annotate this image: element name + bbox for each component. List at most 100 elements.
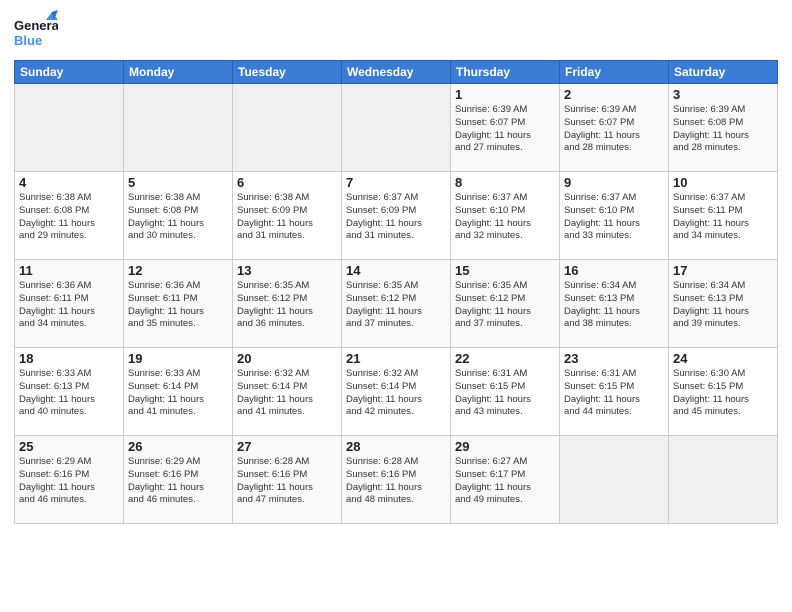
day-cell: 27 Sunrise: 6:28 AM Sunset: 6:16 PM Dayli… xyxy=(233,436,342,524)
day-number: 21 xyxy=(346,351,446,366)
day-info: Sunrise: 6:27 AM Sunset: 6:17 PM Dayligh… xyxy=(455,456,555,507)
day-info: Sunrise: 6:37 AM Sunset: 6:10 PM Dayligh… xyxy=(564,192,664,243)
day-number: 5 xyxy=(128,175,228,190)
day-cell: 14 Sunrise: 6:35 AM Sunset: 6:12 PM Dayli… xyxy=(342,260,451,348)
day-number: 26 xyxy=(128,439,228,454)
column-header-wednesday: Wednesday xyxy=(342,61,451,84)
day-number: 16 xyxy=(564,263,664,278)
day-cell xyxy=(124,84,233,172)
day-info: Sunrise: 6:32 AM Sunset: 6:14 PM Dayligh… xyxy=(346,368,446,419)
day-number: 6 xyxy=(237,175,337,190)
day-number: 27 xyxy=(237,439,337,454)
day-number: 2 xyxy=(564,87,664,102)
day-info: Sunrise: 6:29 AM Sunset: 6:16 PM Dayligh… xyxy=(19,456,119,507)
day-cell: 4 Sunrise: 6:38 AM Sunset: 6:08 PM Daylig… xyxy=(15,172,124,260)
day-cell: 19 Sunrise: 6:33 AM Sunset: 6:14 PM Dayli… xyxy=(124,348,233,436)
day-info: Sunrise: 6:38 AM Sunset: 6:09 PM Dayligh… xyxy=(237,192,337,243)
day-info: Sunrise: 6:29 AM Sunset: 6:16 PM Dayligh… xyxy=(128,456,228,507)
day-cell: 18 Sunrise: 6:33 AM Sunset: 6:13 PM Dayli… xyxy=(15,348,124,436)
day-info: Sunrise: 6:33 AM Sunset: 6:13 PM Dayligh… xyxy=(19,368,119,419)
day-cell: 23 Sunrise: 6:31 AM Sunset: 6:15 PM Dayli… xyxy=(560,348,669,436)
week-row-5: 25 Sunrise: 6:29 AM Sunset: 6:16 PM Dayli… xyxy=(15,436,778,524)
day-number: 10 xyxy=(673,175,773,190)
day-number: 11 xyxy=(19,263,119,278)
day-cell: 2 Sunrise: 6:39 AM Sunset: 6:07 PM Daylig… xyxy=(560,84,669,172)
day-cell: 28 Sunrise: 6:28 AM Sunset: 6:16 PM Dayli… xyxy=(342,436,451,524)
day-info: Sunrise: 6:36 AM Sunset: 6:11 PM Dayligh… xyxy=(128,280,228,331)
day-info: Sunrise: 6:37 AM Sunset: 6:11 PM Dayligh… xyxy=(673,192,773,243)
day-number: 20 xyxy=(237,351,337,366)
header: General Blue xyxy=(14,10,778,54)
day-info: Sunrise: 6:35 AM Sunset: 6:12 PM Dayligh… xyxy=(455,280,555,331)
day-number: 3 xyxy=(673,87,773,102)
day-info: Sunrise: 6:37 AM Sunset: 6:10 PM Dayligh… xyxy=(455,192,555,243)
day-cell: 17Sunrise: 6:34 AM Sunset: 6:13 PM Dayli… xyxy=(669,260,778,348)
day-cell xyxy=(669,436,778,524)
svg-text:General: General xyxy=(14,18,58,33)
day-info: Sunrise: 6:33 AM Sunset: 6:14 PM Dayligh… xyxy=(128,368,228,419)
day-info: Sunrise: 6:31 AM Sunset: 6:15 PM Dayligh… xyxy=(564,368,664,419)
day-cell: 8 Sunrise: 6:37 AM Sunset: 6:10 PM Daylig… xyxy=(451,172,560,260)
day-info: Sunrise: 6:35 AM Sunset: 6:12 PM Dayligh… xyxy=(346,280,446,331)
day-info: Sunrise: 6:38 AM Sunset: 6:08 PM Dayligh… xyxy=(19,192,119,243)
day-info: Sunrise: 6:34 AM Sunset: 6:13 PM Dayligh… xyxy=(673,280,773,331)
day-info: Sunrise: 6:36 AM Sunset: 6:11 PM Dayligh… xyxy=(19,280,119,331)
column-header-monday: Monday xyxy=(124,61,233,84)
column-header-sunday: Sunday xyxy=(15,61,124,84)
day-cell: 29 Sunrise: 6:27 AM Sunset: 6:17 PM Dayli… xyxy=(451,436,560,524)
column-header-tuesday: Tuesday xyxy=(233,61,342,84)
week-row-3: 11 Sunrise: 6:36 AM Sunset: 6:11 PM Dayli… xyxy=(15,260,778,348)
day-number: 18 xyxy=(19,351,119,366)
calendar: SundayMondayTuesdayWednesdayThursdayFrid… xyxy=(14,60,778,524)
day-cell: 16 Sunrise: 6:34 AM Sunset: 6:13 PM Dayli… xyxy=(560,260,669,348)
day-info: Sunrise: 6:28 AM Sunset: 6:16 PM Dayligh… xyxy=(346,456,446,507)
svg-text:Blue: Blue xyxy=(14,33,42,48)
day-info: Sunrise: 6:39 AM Sunset: 6:07 PM Dayligh… xyxy=(564,104,664,155)
day-number: 22 xyxy=(455,351,555,366)
day-cell: 12Sunrise: 6:36 AM Sunset: 6:11 PM Dayli… xyxy=(124,260,233,348)
day-cell: 7 Sunrise: 6:37 AM Sunset: 6:09 PM Daylig… xyxy=(342,172,451,260)
column-header-friday: Friday xyxy=(560,61,669,84)
week-row-2: 4 Sunrise: 6:38 AM Sunset: 6:08 PM Daylig… xyxy=(15,172,778,260)
logo: General Blue xyxy=(14,10,58,54)
day-cell: 11 Sunrise: 6:36 AM Sunset: 6:11 PM Dayli… xyxy=(15,260,124,348)
day-cell: 25 Sunrise: 6:29 AM Sunset: 6:16 PM Dayli… xyxy=(15,436,124,524)
day-cell xyxy=(342,84,451,172)
week-row-4: 18 Sunrise: 6:33 AM Sunset: 6:13 PM Dayli… xyxy=(15,348,778,436)
day-number: 1 xyxy=(455,87,555,102)
day-info: Sunrise: 6:39 AM Sunset: 6:08 PM Dayligh… xyxy=(673,104,773,155)
day-cell: 10 Sunrise: 6:37 AM Sunset: 6:11 PM Dayli… xyxy=(669,172,778,260)
day-cell: 21 Sunrise: 6:32 AM Sunset: 6:14 PM Dayli… xyxy=(342,348,451,436)
day-cell: 15 Sunrise: 6:35 AM Sunset: 6:12 PM Dayli… xyxy=(451,260,560,348)
day-info: Sunrise: 6:28 AM Sunset: 6:16 PM Dayligh… xyxy=(237,456,337,507)
day-number: 7 xyxy=(346,175,446,190)
day-number: 13 xyxy=(237,263,337,278)
day-cell xyxy=(15,84,124,172)
day-cell: 22 Sunrise: 6:31 AM Sunset: 6:15 PM Dayli… xyxy=(451,348,560,436)
day-number: 23 xyxy=(564,351,664,366)
day-cell xyxy=(233,84,342,172)
page: General Blue SundayMondayTuesdayWednesda… xyxy=(0,0,792,612)
day-number: 25 xyxy=(19,439,119,454)
day-cell: 3 Sunrise: 6:39 AM Sunset: 6:08 PM Daylig… xyxy=(669,84,778,172)
day-info: Sunrise: 6:31 AM Sunset: 6:15 PM Dayligh… xyxy=(455,368,555,419)
day-number: 8 xyxy=(455,175,555,190)
day-number: 4 xyxy=(19,175,119,190)
day-number: 28 xyxy=(346,439,446,454)
day-number: 29 xyxy=(455,439,555,454)
day-number: 15 xyxy=(455,263,555,278)
day-cell: 20Sunrise: 6:32 AM Sunset: 6:14 PM Dayli… xyxy=(233,348,342,436)
day-cell: 1Sunrise: 6:39 AM Sunset: 6:07 PM Daylig… xyxy=(451,84,560,172)
day-cell: 24Sunrise: 6:30 AM Sunset: 6:15 PM Dayli… xyxy=(669,348,778,436)
day-info: Sunrise: 6:35 AM Sunset: 6:12 PM Dayligh… xyxy=(237,280,337,331)
day-info: Sunrise: 6:37 AM Sunset: 6:09 PM Dayligh… xyxy=(346,192,446,243)
day-number: 9 xyxy=(564,175,664,190)
column-header-thursday: Thursday xyxy=(451,61,560,84)
day-number: 14 xyxy=(346,263,446,278)
day-info: Sunrise: 6:34 AM Sunset: 6:13 PM Dayligh… xyxy=(564,280,664,331)
day-number: 24 xyxy=(673,351,773,366)
day-cell xyxy=(560,436,669,524)
column-header-saturday: Saturday xyxy=(669,61,778,84)
day-number: 19 xyxy=(128,351,228,366)
day-cell: 9 Sunrise: 6:37 AM Sunset: 6:10 PM Daylig… xyxy=(560,172,669,260)
